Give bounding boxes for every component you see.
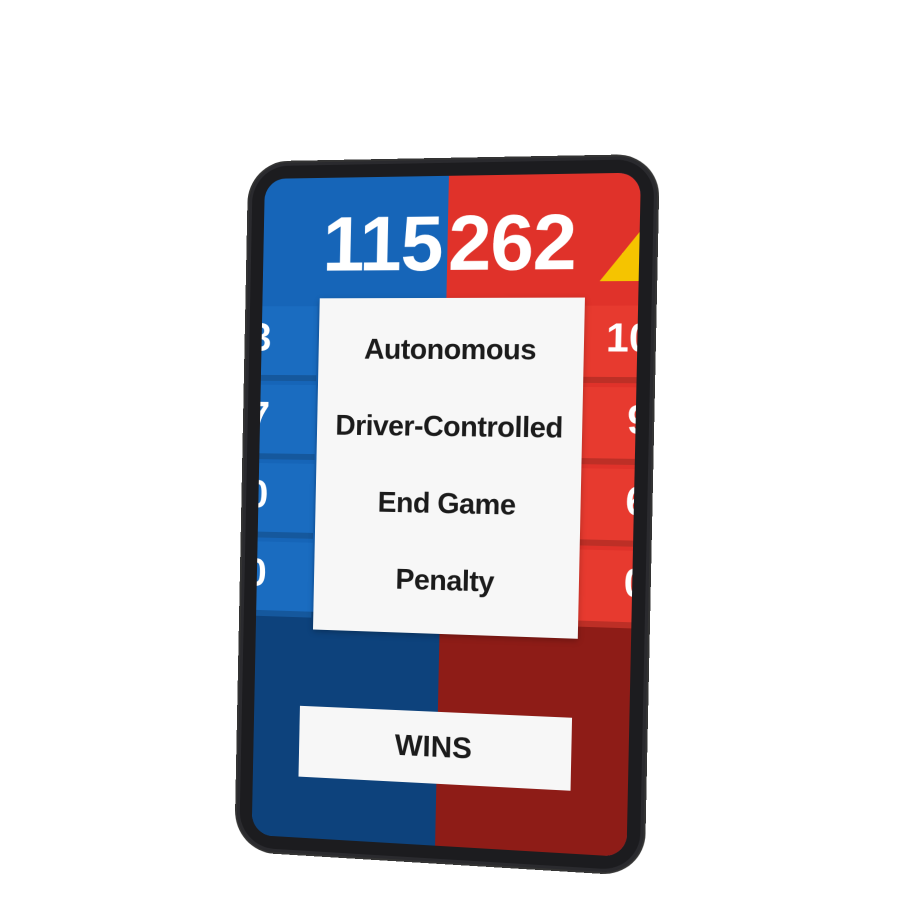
blue-row-4[interactable]: 0 (252, 541, 313, 618)
period-menu: Autonomous Driver-Controlled End Game Pe… (312, 297, 585, 639)
blue-score: 115 (321, 198, 444, 288)
red-score: 262 (447, 197, 577, 287)
red-row-1[interactable]: 10 (577, 305, 641, 384)
tablet-screen: 3 7 0 0 10 9 6 0 115 262 Autonomous Driv… (251, 172, 641, 857)
blue-row-1[interactable]: 3 (252, 306, 318, 382)
red-row-2-value: 9 (626, 397, 641, 443)
menu-item-autonomous[interactable]: Autonomous (318, 334, 584, 368)
red-row-4[interactable]: 0 (571, 549, 641, 629)
menu-item-penalty[interactable]: Penalty (314, 562, 580, 603)
wins-button[interactable]: WINS (298, 705, 573, 791)
score-header: 115 262 (263, 195, 641, 289)
blue-row-3[interactable]: 0 (252, 463, 315, 539)
menu-item-end-game[interactable]: End Game (315, 486, 581, 524)
blue-row-2[interactable]: 7 (252, 384, 317, 460)
red-row-2[interactable]: 9 (575, 386, 641, 466)
red-row-1-value: 10 (605, 315, 641, 361)
menu-item-driver-controlled[interactable]: Driver-Controlled (317, 410, 583, 446)
blue-row-1-value: 3 (251, 316, 272, 360)
red-row-4-value: 0 (623, 560, 641, 607)
blue-row-4-value: 0 (251, 550, 268, 595)
blue-row-3-value: 0 (251, 472, 269, 517)
blue-row-2-value: 7 (251, 394, 271, 438)
red-row-3-value: 6 (624, 479, 641, 525)
red-row-3[interactable]: 6 (573, 468, 641, 547)
tablet-device: 3 7 0 0 10 9 6 0 115 262 Autonomous Driv… (236, 155, 658, 875)
